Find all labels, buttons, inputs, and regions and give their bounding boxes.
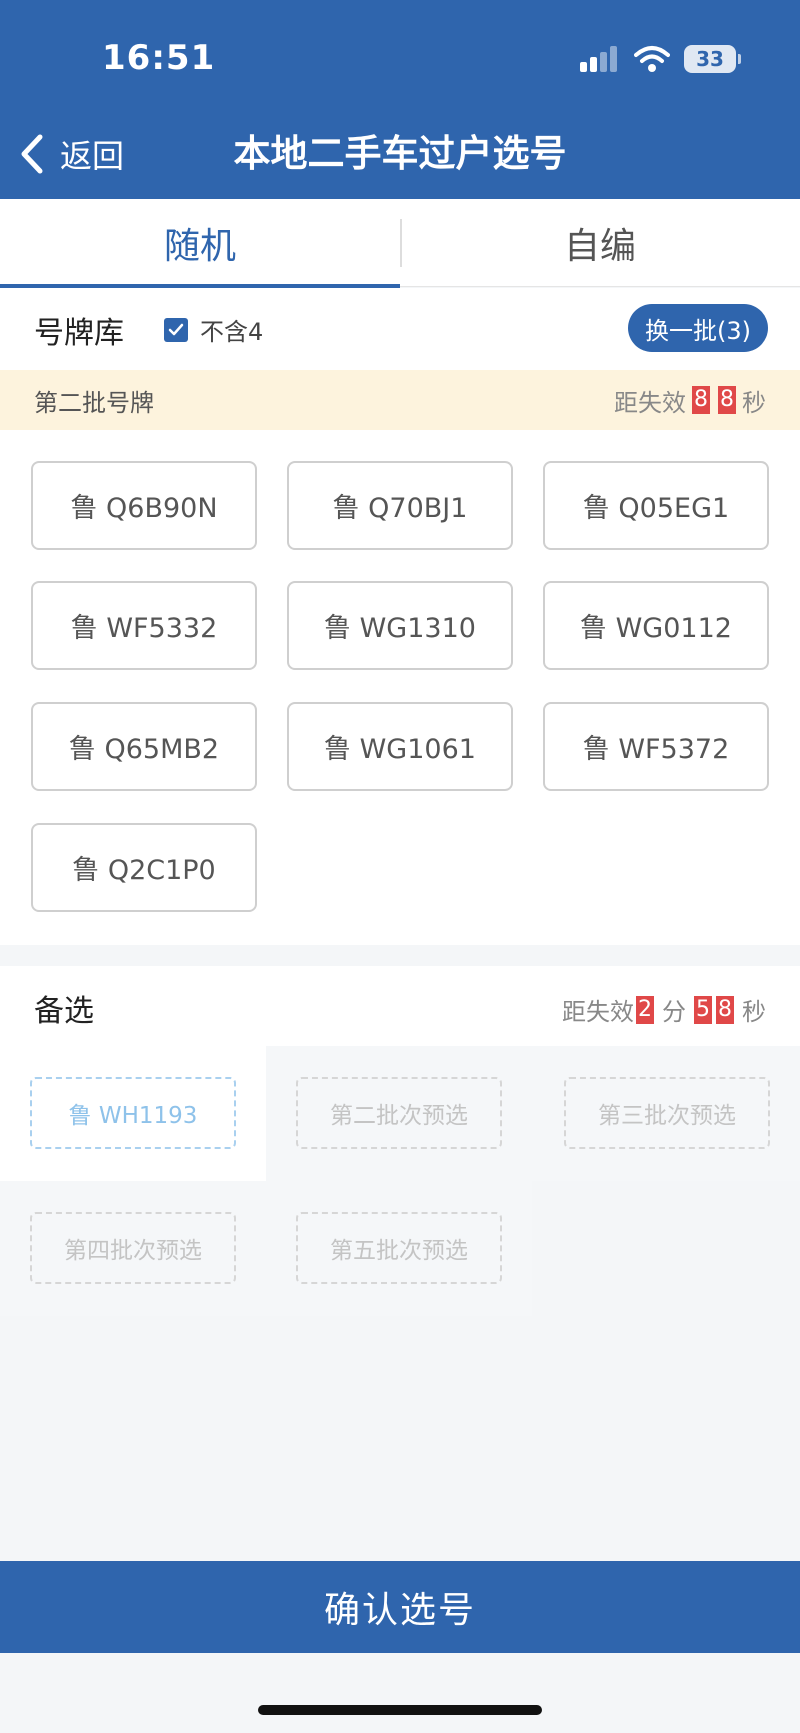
backup-cell: 第三批次预选 [532, 1046, 800, 1181]
exclude-four-label: 不含4 [200, 318, 264, 346]
countdown-unit: 秒 [742, 388, 766, 417]
app-header: 16:51 33 返回 本地二手车过户选号 [0, 0, 800, 199]
battery-icon: 33 [684, 45, 741, 73]
backup-slot-empty[interactable]: 第四批次预选 [30, 1212, 236, 1284]
plate-option[interactable]: 鲁 Q05EG1 [543, 461, 769, 550]
tab-custom[interactable]: 自编 [400, 199, 800, 287]
plate-pool-title: 号牌库 [34, 316, 124, 351]
plate-option[interactable]: 鲁 WG1061 [287, 702, 513, 791]
plate-option[interactable]: 鲁 Q70BJ1 [287, 461, 513, 550]
plate-option[interactable]: 鲁 WG1310 [287, 581, 513, 670]
exclude-four-checkbox[interactable]: 不含4 [164, 312, 263, 347]
batch-countdown: 距失效 88 秒 [614, 383, 766, 418]
batch-banner: 第二批号牌 距失效 88 秒 [0, 370, 800, 430]
countdown-digit: 8 [716, 995, 734, 1024]
plate-pool-header: 号牌库 不含4 换一批(3) [0, 288, 800, 370]
countdown-digit: 5 [694, 995, 712, 1024]
backup-slot-empty[interactable]: 第三批次预选 [564, 1077, 770, 1149]
plate-option[interactable]: 鲁 Q65MB2 [31, 702, 257, 791]
backup-slot-empty[interactable]: 第五批次预选 [296, 1212, 502, 1284]
plate-option[interactable]: 鲁 Q2C1P0 [31, 823, 257, 912]
batch-label: 第二批号牌 [34, 388, 154, 417]
countdown-prefix: 距失效 [614, 388, 686, 417]
wifi-icon [634, 46, 670, 72]
home-indicator [258, 1705, 542, 1715]
checkbox-checked-icon [164, 317, 188, 342]
countdown-prefix: 距失效 [562, 998, 634, 1026]
refresh-batch-button[interactable]: 换一批(3) [628, 304, 768, 352]
status-time: 16:51 [102, 38, 216, 78]
backup-cell: 第四批次预选 [0, 1181, 266, 1316]
backup-slot-empty[interactable]: 第二批次预选 [296, 1077, 502, 1149]
countdown-digit: 2 [636, 995, 654, 1024]
page-title: 本地二手车过户选号 [233, 132, 567, 175]
tab-random[interactable]: 随机 [0, 199, 400, 288]
backup-title: 备选 [34, 994, 94, 1029]
backup-cell: 第五批次预选 [266, 1181, 532, 1316]
backup-countdown: 距失效 2 分 58 秒 [562, 992, 766, 1027]
backup-header: 备选 距失效 2 分 58 秒 [0, 966, 800, 1046]
countdown-unit: 秒 [742, 998, 766, 1026]
plate-option[interactable]: 鲁 Q6B90N [31, 461, 257, 550]
signal-icon [580, 46, 620, 72]
plate-option[interactable]: 鲁 WF5372 [543, 702, 769, 791]
plate-option[interactable]: 鲁 WF5332 [31, 581, 257, 670]
countdown-unit: 分 [662, 998, 686, 1026]
tab-bar: 随机 自编 [0, 199, 800, 288]
countdown-digit: 8 [718, 386, 736, 414]
confirm-selection-button[interactable]: 确认选号 [0, 1561, 800, 1653]
countdown-digit: 8 [692, 386, 710, 414]
backup-slots: 鲁 WH1193 第二批次预选 第三批次预选 第四批次预选 第五批次预选 [0, 1046, 800, 1316]
status-icons: 33 [580, 44, 741, 74]
backup-slot-filled[interactable]: 鲁 WH1193 [30, 1077, 236, 1149]
plate-grid: 鲁 Q6B90N 鲁 Q70BJ1 鲁 Q05EG1 鲁 WF5332 鲁 WG… [0, 430, 800, 945]
backup-cell: 鲁 WH1193 [0, 1046, 266, 1181]
backup-cell: 第二批次预选 [266, 1046, 532, 1181]
plate-option[interactable]: 鲁 WG0112 [543, 581, 769, 670]
